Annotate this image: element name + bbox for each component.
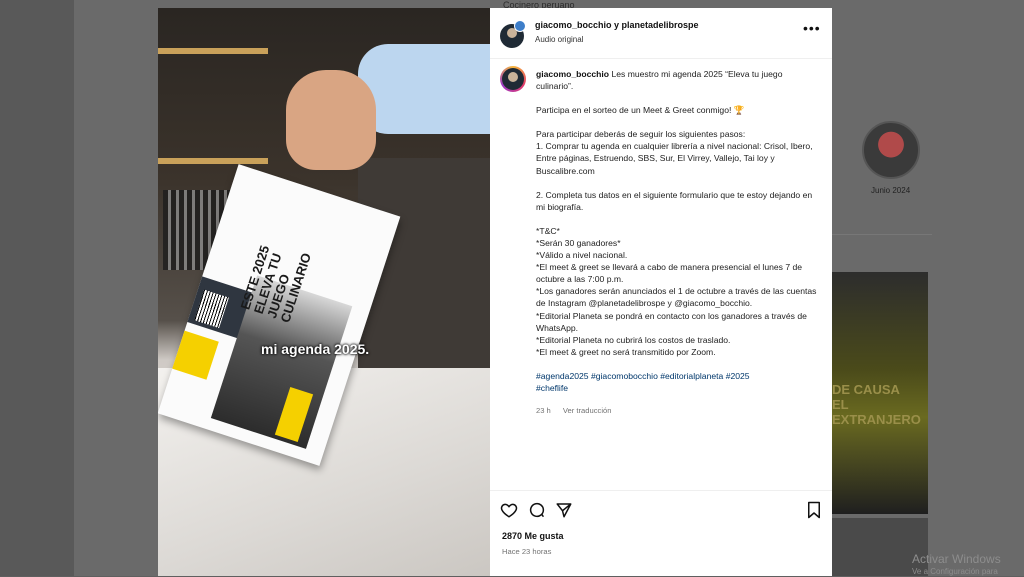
background-highlight-label: Junio 2024 bbox=[871, 186, 911, 195]
caption-username[interactable]: giacomo_bocchio bbox=[536, 69, 609, 79]
book-yellow-block bbox=[172, 330, 219, 380]
kitchen-shelf bbox=[158, 158, 268, 164]
caption-hashtags[interactable]: #agenda2025 #giacomobocchio #editorialpl… bbox=[536, 370, 818, 394]
more-options-icon[interactable]: ••• bbox=[803, 20, 821, 36]
collab-avatar[interactable] bbox=[514, 20, 526, 32]
background-highlight-avatar bbox=[862, 121, 920, 179]
background-divider bbox=[832, 234, 932, 235]
heart-icon[interactable] bbox=[500, 501, 518, 519]
send-icon[interactable] bbox=[555, 501, 573, 519]
background-thumbnail-text: DE CAUSA EL EXTRANJERO bbox=[832, 382, 921, 427]
translate-link[interactable]: Ver traducción bbox=[563, 406, 612, 415]
likes-count[interactable]: 2870 Me gusta bbox=[502, 531, 564, 541]
comment-icon[interactable] bbox=[528, 501, 546, 519]
bookmark-icon[interactable] bbox=[805, 501, 823, 519]
shirt-sleeve bbox=[358, 44, 490, 134]
kitchen-shelf bbox=[158, 48, 268, 54]
post-caption: giacomo_bocchio Les muestro mi agenda 20… bbox=[536, 68, 818, 394]
hand bbox=[286, 70, 376, 170]
windows-activation-subtext: Ve a Configuración para bbox=[912, 567, 998, 576]
post-panel: giacomo_bocchio y planetadelibrospe Audi… bbox=[490, 8, 832, 576]
post-video[interactable]: ESTE 2025 ELEVA TU JUEGO CULINARIO mi ag… bbox=[158, 8, 490, 576]
windows-activation-watermark: Activar Windows bbox=[912, 552, 1001, 566]
caption-paragraph: Para participar deberás de seguir los si… bbox=[536, 129, 813, 176]
caption-meta: 23 h Ver traducción bbox=[536, 406, 611, 415]
caption-time: 23 h bbox=[536, 406, 551, 415]
caption-paragraph: *T&C* *Serán 30 ganadores* *Válido a niv… bbox=[536, 225, 817, 357]
post-actions: 2870 Me gusta Hace 23 horas bbox=[490, 490, 832, 577]
caption-paragraph: Participa en el sorteo de un Meet & Gree… bbox=[536, 105, 745, 116]
left-dim-area bbox=[0, 0, 74, 576]
posted-time: Hace 23 horas bbox=[502, 547, 552, 556]
avatar-face bbox=[508, 72, 518, 82]
avatar-image bbox=[502, 68, 524, 90]
video-caption: mi agenda 2025. bbox=[261, 341, 370, 357]
post-header: giacomo_bocchio y planetadelibrospe Audi… bbox=[490, 8, 832, 59]
caption-paragraph: 2. Completa tus datos en el siguiente fo… bbox=[536, 189, 815, 212]
header-usernames[interactable]: giacomo_bocchio y planetadelibrospe bbox=[535, 20, 699, 30]
caption-avatar[interactable] bbox=[500, 66, 526, 92]
audio-label[interactable]: Audio original bbox=[535, 35, 583, 44]
